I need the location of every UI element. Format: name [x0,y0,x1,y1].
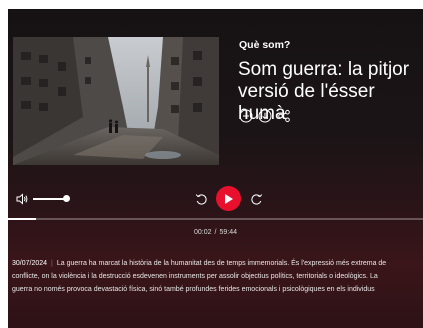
download-circle-icon [258,109,272,123]
episode-thumbnail [13,37,219,165]
plus-circle-icon [239,109,253,123]
total-duration: 59:44 [219,229,237,236]
description-line: 30/07/2024 | La guerra ha marcat la històr… [12,257,423,270]
forward-10-icon[interactable] [250,192,264,206]
share-button[interactable] [277,109,291,123]
play-icon [225,193,233,204]
current-time: 00:02 [193,229,212,236]
download-button[interactable] [258,109,272,123]
volume-icon[interactable] [15,192,29,206]
volume-slider-track[interactable] [33,198,67,200]
publish-date: 30/07/2024 [12,260,48,267]
description-text-3: guerra no només provoca devastació físic… [12,286,375,293]
play-button[interactable] [216,186,241,211]
share-icon [278,109,290,123]
time-separator: / [214,229,217,236]
episode-actions [239,109,291,123]
volume-slider-handle[interactable] [63,195,70,202]
rewind-10-icon[interactable] [194,192,208,206]
player-page: Què som? Som guerra: la pitjor versió de… [8,9,423,328]
time-display: 00:02/59:44 [8,229,423,236]
description-text-1: La guerra ha marcat la història de la hu… [56,260,387,267]
add-to-list-button[interactable] [239,109,253,123]
playback-progress-fill [8,218,36,220]
episode-description: 30/07/2024 | La guerra ha marcat la històr… [12,257,423,296]
playback-progress-bar[interactable] [8,218,423,220]
date-divider: | [51,260,53,267]
program-name[interactable]: Què som? [239,39,290,51]
description-text-2: conflicte, on la violència i la destrucc… [12,273,378,280]
